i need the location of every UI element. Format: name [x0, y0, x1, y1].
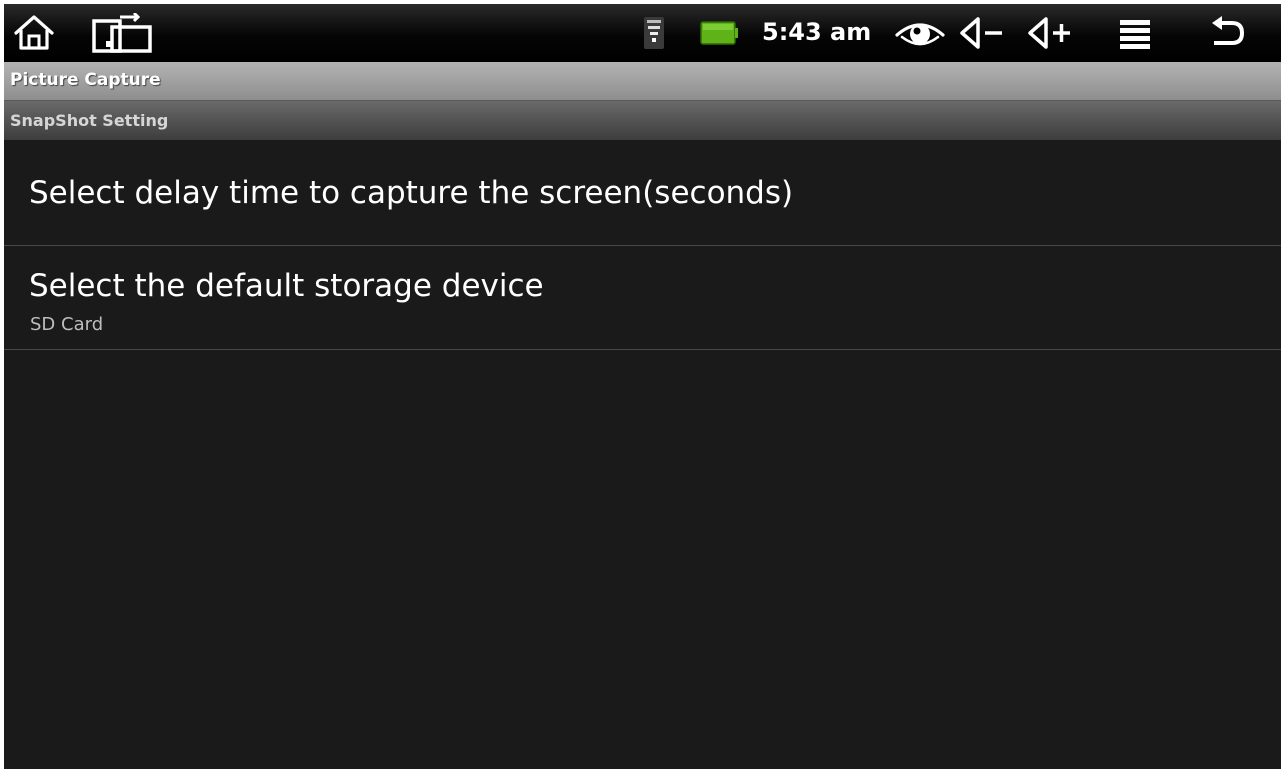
- pref-storage-summary: SD Card: [30, 314, 104, 335]
- recent-apps-icon[interactable]: [90, 13, 156, 53]
- title-bar: Picture Capture: [4, 62, 1281, 101]
- clock-time: 5:43 am: [762, 18, 872, 46]
- pref-delay-time[interactable]: Select delay time to capture the screen(…: [4, 141, 1281, 245]
- eye-icon[interactable]: [894, 13, 946, 53]
- status-bar: 5:43 am: [4, 4, 1281, 62]
- screen: 5:43 am Picture Capture SnapShot Setting…: [4, 4, 1281, 769]
- preference-category: SnapShot Setting: [4, 101, 1281, 140]
- pref-storage-device[interactable]: Select the default storage device SD Car…: [4, 246, 1281, 349]
- back-icon[interactable]: [1202, 13, 1252, 53]
- battery-icon: [700, 21, 738, 45]
- menu-icon[interactable]: [1114, 13, 1158, 53]
- list-divider: [4, 349, 1281, 350]
- volume-down-icon[interactable]: [958, 13, 1014, 53]
- volume-up-icon[interactable]: [1026, 13, 1082, 53]
- pref-delay-title: Select delay time to capture the screen(…: [29, 175, 794, 211]
- home-icon[interactable]: [12, 13, 56, 53]
- pref-storage-title: Select the default storage device: [29, 268, 544, 304]
- category-label: SnapShot Setting: [10, 111, 169, 130]
- page-title: Picture Capture: [10, 70, 161, 90]
- wifi-icon: [644, 17, 664, 49]
